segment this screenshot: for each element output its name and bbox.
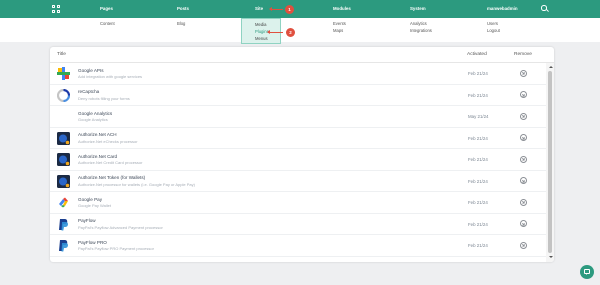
header-title: Title	[57, 52, 66, 57]
row-title: reCaptcha	[78, 89, 100, 94]
menu-link-integrations[interactable]: Integrations	[410, 28, 432, 33]
row-activated-date: Feb 21/24	[468, 92, 488, 98]
row-activated-date: Feb 21/24	[468, 178, 488, 184]
table-row[interactable]: Google APIs Add integration with google …	[50, 63, 546, 85]
row-activated-date: Feb 21/24	[468, 71, 488, 76]
menu-link-users[interactable]: Users	[487, 21, 498, 26]
remove-icon[interactable]	[520, 177, 527, 184]
row-activated-date: Feb 21/24	[468, 135, 488, 141]
row-activated-date: May 21/24	[468, 114, 489, 119]
google-apis-icon	[57, 67, 70, 80]
menu-link-logout[interactable]: Logout	[487, 28, 500, 33]
row-title: Authorize.Net ACH	[78, 132, 117, 137]
row-description: Authorize.Net eChecks processor	[78, 138, 138, 144]
header-activated: Activated	[467, 52, 487, 57]
scrollbar-thumb[interactable]	[548, 71, 552, 253]
menu-link-events[interactable]: Events	[333, 21, 346, 26]
menu-link-media[interactable]: Media	[255, 22, 266, 27]
menu-link-analytics[interactable]: Analytics	[410, 21, 427, 26]
paypal-icon	[57, 218, 70, 231]
top-nav-bar: Pages Posts Site Modules System manwebad…	[0, 0, 600, 18]
row-description: Google Pay Wallet	[78, 203, 111, 208]
table-row[interactable]: Authorize.Net Token (for Wallets) Author…	[50, 171, 546, 192]
table-row[interactable]: Authorize.Net Card Authorize.Net Credit …	[50, 149, 546, 171]
annotation-marker-1: 1	[285, 4, 294, 14]
table-header: Title Activated Remove	[50, 47, 554, 63]
nav-system[interactable]: System	[410, 0, 426, 18]
nav-posts[interactable]: Posts	[177, 0, 189, 18]
google-pay-icon	[57, 196, 70, 209]
plugins-panel: Title Activated Remove Google APIs Add i…	[50, 47, 554, 262]
menu-link-blog[interactable]: Blog	[177, 21, 185, 26]
row-activated-date: Feb 21/24	[468, 221, 488, 227]
row-description: PayPal's Payflow PRO Payment processor	[78, 246, 154, 251]
row-activated-date: Feb 21/24	[468, 243, 488, 248]
table-row[interactable]: Google Analytics Google Analytics May 21…	[50, 106, 546, 128]
annotation-arrow-1	[269, 7, 283, 11]
remove-icon[interactable]	[520, 91, 527, 98]
site-dropdown: Media Plugins Menus	[241, 18, 281, 44]
row-description: Add integration with google services	[78, 74, 143, 79]
annotation-marker-2: 2	[286, 27, 295, 37]
authorize-net-icon	[57, 131, 70, 145]
remove-icon[interactable]	[520, 220, 527, 227]
mega-menu: Content Blog Events Maps Analytics Integ…	[0, 18, 600, 42]
remove-icon[interactable]	[520, 134, 527, 141]
authorize-net-icon	[57, 174, 70, 188]
paypal-icon	[57, 239, 70, 252]
row-description: Authorize.Net Credit Card processor	[78, 160, 143, 165]
row-activated-date: Feb 21/24	[468, 157, 488, 162]
table-row[interactable]: reCaptcha Deny robots filling your forms…	[50, 85, 546, 106]
row-title: Authorize.Net Card	[78, 153, 118, 159]
row-title: Google APIs	[78, 67, 104, 73]
row-title: Google Pay	[78, 196, 103, 202]
menu-link-maps[interactable]: Maps	[333, 28, 343, 33]
header-remove: Remove	[514, 52, 532, 57]
remove-icon[interactable]	[520, 69, 527, 77]
nav-modules[interactable]: Modules	[333, 0, 351, 18]
scroll-up-icon[interactable]	[549, 66, 553, 68]
annotation-arrow-2	[267, 30, 283, 34]
row-description: PayPal's Payflow Advanced Payment proces…	[78, 224, 163, 230]
chat-button[interactable]	[580, 265, 594, 279]
recaptcha-icon	[56, 88, 71, 102]
grid-icon[interactable]	[52, 5, 60, 13]
row-description: Google Analytics	[78, 117, 108, 122]
table-row[interactable]: PayFlow PRO PayPal's Payflow PRO Payment…	[50, 235, 546, 257]
nav-user[interactable]: manwebadmin	[487, 0, 518, 18]
remove-icon[interactable]	[520, 198, 527, 206]
row-title: Authorize.Net Token (for Wallets)	[78, 175, 146, 180]
remove-icon[interactable]	[520, 155, 527, 163]
menu-link-content[interactable]: Content	[100, 21, 115, 26]
row-description: Deny robots filling your forms	[78, 95, 130, 101]
menu-link-menus[interactable]: Menus	[255, 36, 268, 41]
table-row[interactable]: PayFlow PayPal's Payflow Advanced Paymen…	[50, 214, 546, 235]
row-title: Google Analytics	[78, 110, 113, 116]
nav-pages[interactable]: Pages	[100, 0, 113, 18]
nav-site[interactable]: Site	[255, 0, 263, 18]
remove-icon[interactable]	[520, 112, 527, 120]
scroll-down-icon[interactable]	[549, 256, 553, 258]
search-icon[interactable]	[541, 5, 549, 13]
table-row[interactable]: Authorize.Net ACH Authorize.Net eChecks …	[50, 128, 546, 149]
row-title: PayFlow PRO	[78, 239, 107, 245]
remove-icon[interactable]	[520, 241, 527, 249]
row-activated-date: Feb 21/24	[468, 200, 488, 205]
row-title: PayFlow	[78, 218, 96, 223]
chat-icon	[584, 269, 590, 275]
row-description: Authorize.Net processor for wallets (i.e…	[78, 181, 195, 187]
table-row[interactable]: Google Pay Google Pay Wallet Feb 21/24	[50, 192, 546, 214]
authorize-net-icon	[57, 153, 70, 166]
